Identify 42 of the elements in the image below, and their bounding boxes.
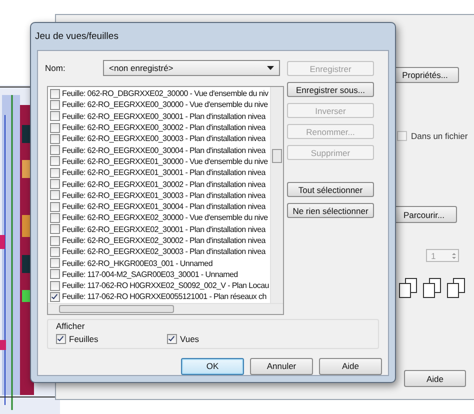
sheet-list-item[interactable]: Feuille: 62-RO_EEGRXXE01_30004 - Plan d'installation nivea bbox=[48, 200, 270, 212]
action-button[interactable]: Tout sélectionner bbox=[287, 182, 374, 197]
name-label: Nom: bbox=[44, 63, 66, 73]
dialog-button[interactable]: Aide bbox=[319, 358, 382, 375]
sheet-list-item[interactable]: Feuille: 62-RO_EEGRXXE00_30001 - Plan d'installation nivea bbox=[48, 110, 270, 122]
sheet-list-item[interactable]: Feuille: 62-RO_EEGRXXE00_30000 - Vue d'ensemble du nive bbox=[48, 99, 270, 111]
sheet-list-item[interactable]: Feuille: 117-062-RO H0GRXXE02_S0092_002_V - Plan Locau bbox=[48, 280, 270, 292]
checkbox[interactable] bbox=[56, 334, 66, 344]
sheet-list-item[interactable]: Feuille: 62-RO_EEGRXXE01_30002 - Plan d'installation nivea bbox=[48, 178, 270, 190]
window-title: Jeu de vues/feuilles bbox=[34, 30, 120, 44]
sheet-list-item[interactable]: Feuille: 62-RO_EEGRXXE01_30001 - Plan d'installation nivea bbox=[48, 167, 270, 178]
sheet-list-item[interactable]: Feuille: 62-RO_EEGRXXE00_30004 - Plan d'installation nivea bbox=[48, 144, 270, 156]
name-dropdown[interactable]: <non enregistré> bbox=[103, 60, 280, 76]
page-stack-icon[interactable] bbox=[447, 278, 465, 298]
dropdown-arrow-icon bbox=[267, 66, 274, 70]
page-stack-icon[interactable] bbox=[423, 278, 441, 298]
dialog-button[interactable]: OK bbox=[181, 358, 244, 375]
sheet-list-item[interactable]: Feuille: 62-RO_EEGRXXE00_30002 - Plan d'installation nivea bbox=[48, 122, 270, 134]
sheet-list-item[interactable]: Feuille: 062-RO_DBGRXXE02_30000 - Vue d'ensemble du niv bbox=[48, 88, 270, 100]
sheet-list-item[interactable]: Feuille: 62-RO_EEGRXXE02_30001 - Plan d'installation nivea bbox=[48, 224, 270, 235]
checkbox[interactable] bbox=[167, 334, 177, 344]
sheet-list-item[interactable]: Feuille: 62-RO_EEGRXXE01_30000 - Vue d'ensemble du nive bbox=[48, 156, 270, 168]
checkbox[interactable] bbox=[397, 131, 407, 141]
sheet-list-item[interactable]: Feuille: 62-RO_EEGRXXE02_30003 - Plan d'installation nivea bbox=[48, 246, 270, 258]
page-stack-icon[interactable] bbox=[399, 278, 417, 298]
sheet-list-item[interactable]: Feuille: 62-RO_HKGR00E03_001 - Unnamed bbox=[48, 257, 270, 269]
checkbox-label: Dans un fichier bbox=[411, 131, 468, 141]
vertical-scrollbar[interactable] bbox=[270, 87, 283, 303]
dialog-button[interactable]: Annuler bbox=[250, 358, 313, 375]
sheet-list-item[interactable]: Feuille: 62-RO_EEGRXXE00_30003 - Plan d'installation nivea bbox=[48, 133, 270, 144]
group-title: Afficher bbox=[56, 320, 86, 331]
checkbox-label: Feuilles bbox=[69, 334, 98, 344]
sheet-list-item[interactable]: Feuille: 62-RO_EEGRXXE01_30003 - Plan d'installation nivea bbox=[48, 190, 270, 201]
sheet-list-item[interactable]: Feuille: 62-RO_EEGRXXE02_30000 - Vue d'ensemble du nive bbox=[48, 212, 270, 224]
horizontal-scrollbar[interactable] bbox=[48, 302, 283, 314]
action-button[interactable]: Ne rien sélectionner bbox=[287, 203, 374, 218]
sheet-list-item[interactable]: Feuille: 117-004-M2_SAGR00E03_30001 - Unnamed bbox=[48, 268, 270, 280]
action-button[interactable]: Enregistrer sous... bbox=[287, 82, 374, 97]
checkbox-label: Vues bbox=[180, 334, 200, 344]
help-button[interactable]: Aide bbox=[404, 370, 466, 387]
sheet-list-item[interactable]: Feuille: 117-062-RO H0GRXXE0055121001 - Plan réseaux ch bbox=[48, 291, 270, 303]
sheet-list-item[interactable]: Feuille: 62-RO_EEGRXXE02_30002 - Plan d'installation nivea bbox=[48, 234, 270, 246]
